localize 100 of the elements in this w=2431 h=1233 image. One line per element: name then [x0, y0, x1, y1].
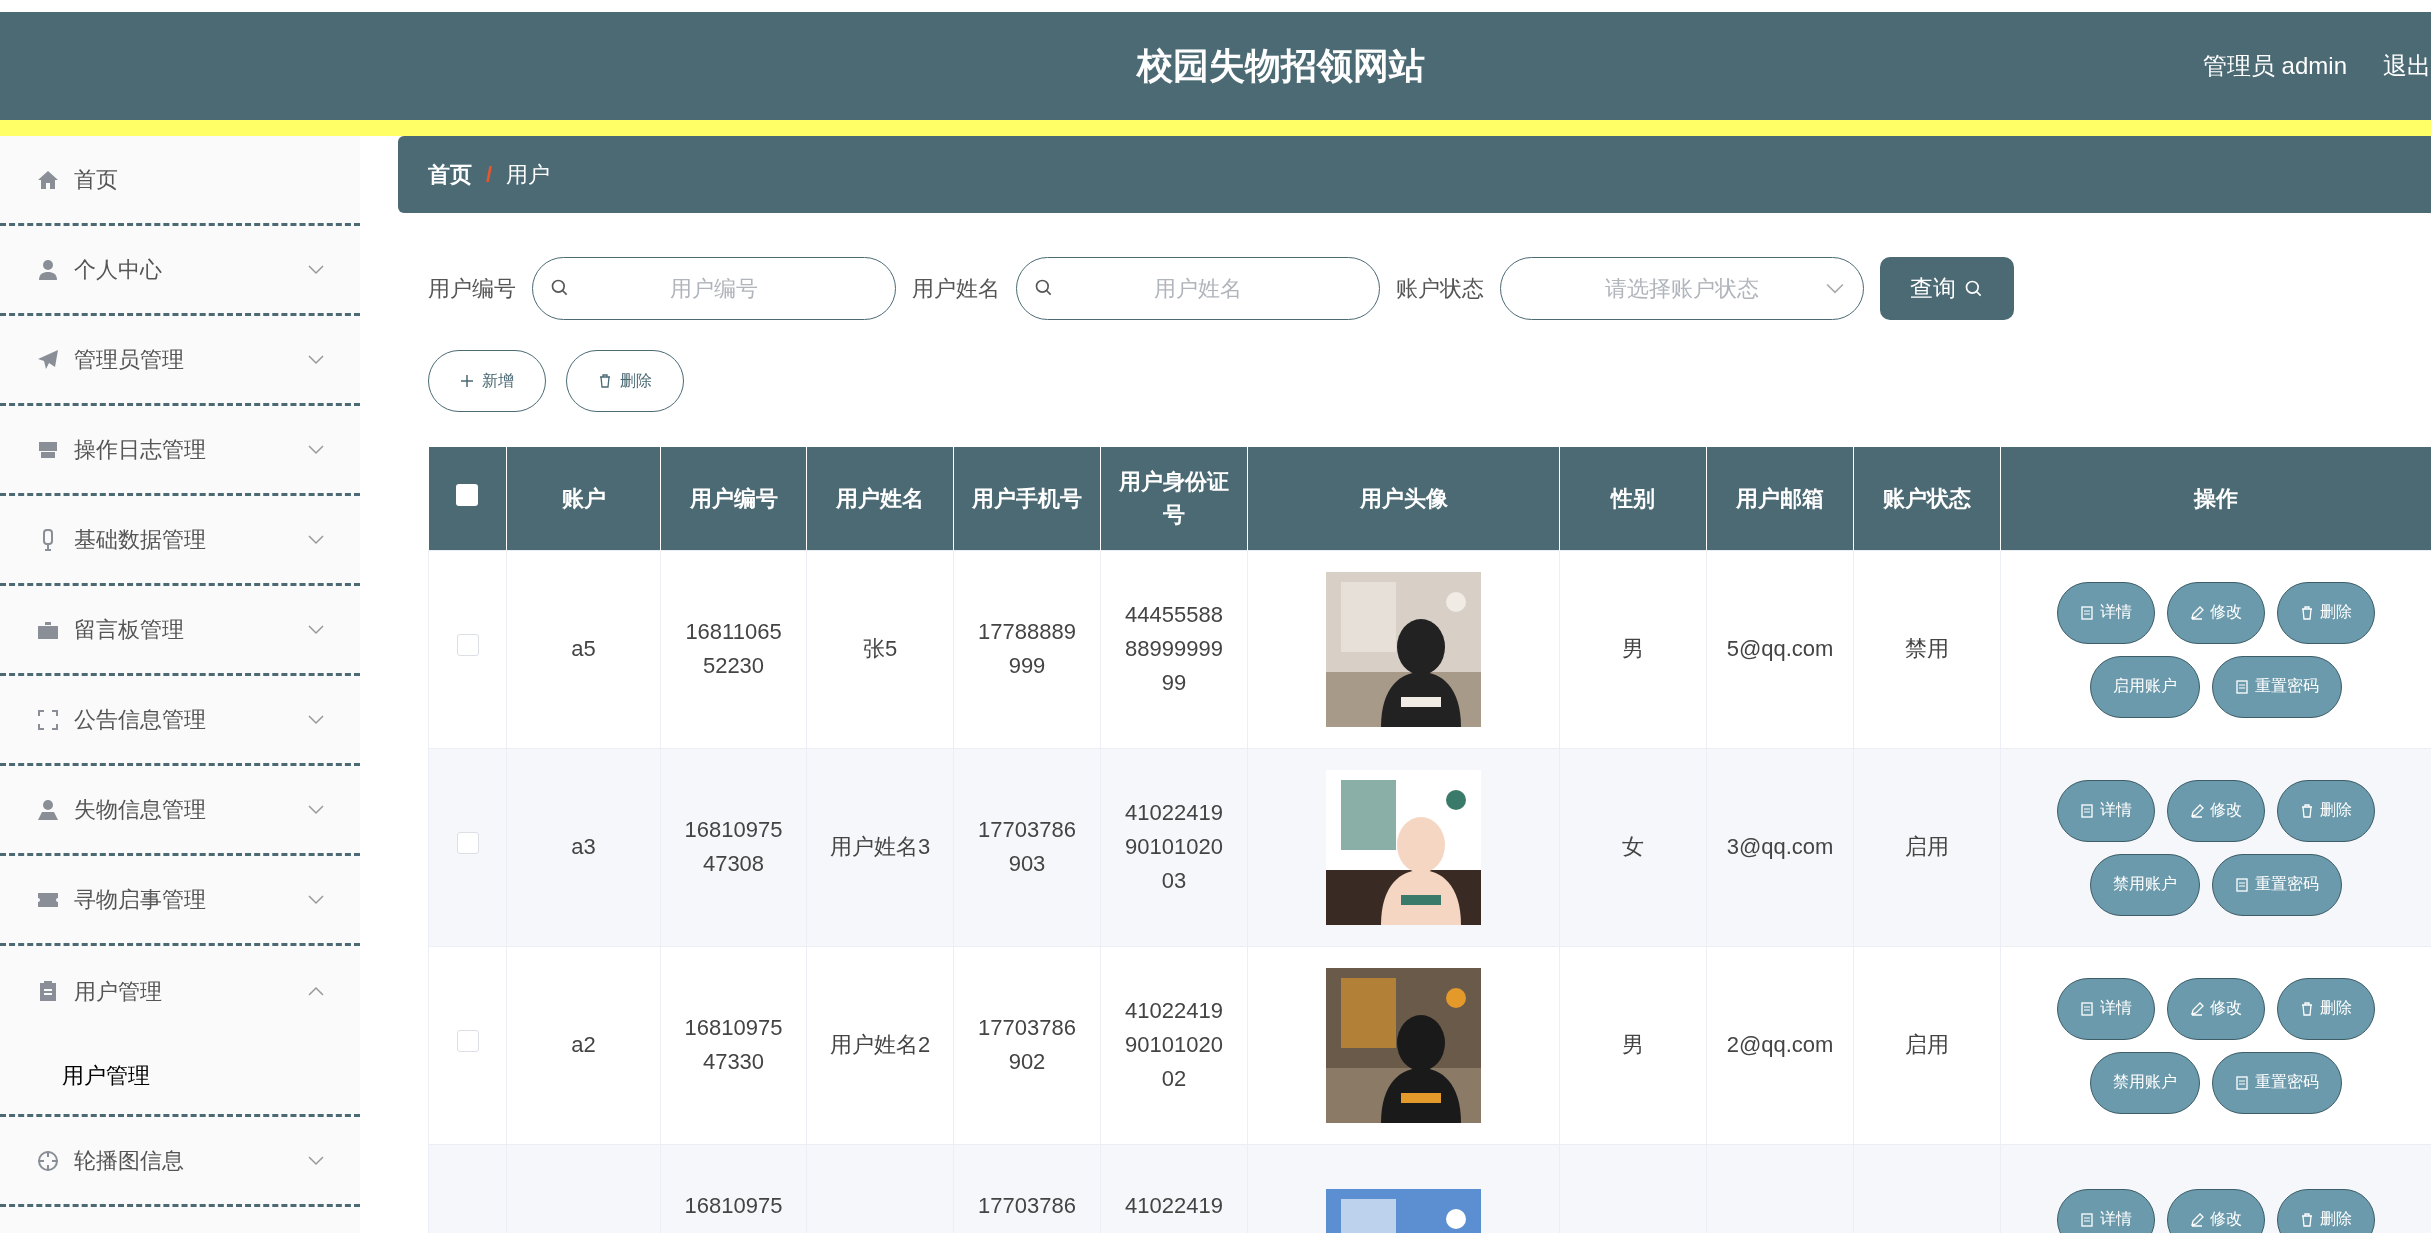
document-icon: [2080, 605, 2094, 620]
table-cell: 1681097547308: [684, 816, 783, 876]
column-header: 用户手机号: [953, 447, 1101, 550]
trash-icon: [2300, 803, 2314, 818]
table-cell: 410224199010102003: [1125, 799, 1223, 894]
pencil-icon: [2190, 803, 2204, 818]
row-checkbox[interactable]: [456, 633, 479, 656]
edit-button[interactable]: 修改: [2167, 581, 2265, 644]
table-cell: 禁用: [1905, 635, 1949, 661]
select-all-checkbox[interactable]: [456, 483, 479, 506]
sidebar-item[interactable]: 个人中心: [0, 226, 360, 316]
sidebar-subitem[interactable]: 用户管理: [0, 1036, 360, 1114]
table-cell: 张5: [862, 635, 898, 661]
table-cell: 3@qq.com: [1726, 833, 1834, 859]
breadcrumb-item[interactable]: 用户: [506, 158, 551, 191]
trash-icon: [2300, 605, 2314, 620]
sidebar-item[interactable]: 公告信息管理: [0, 676, 360, 766]
document-icon: [2080, 1212, 2094, 1227]
trash-icon: [2300, 1001, 2314, 1016]
document-icon: [2235, 679, 2249, 694]
table-cell: 444555888899999999: [1125, 601, 1223, 696]
column-header: 操作: [2000, 447, 2431, 550]
table-cell: 1681106552230: [685, 618, 782, 678]
column-header: 用户身份证号: [1100, 447, 1248, 550]
search-icon: [1964, 278, 1984, 299]
chevron-down-icon: [1826, 283, 1844, 295]
filter-label: 用户姓名: [912, 275, 1000, 303]
trash-icon: [598, 374, 612, 388]
reset-password-button[interactable]: 重置密码: [2212, 1051, 2342, 1114]
document-icon: [2235, 877, 2249, 892]
details-button[interactable]: 详情: [2057, 1188, 2155, 1233]
pencil-icon: [2190, 605, 2204, 620]
delete-button[interactable]: 删除: [2277, 779, 2375, 842]
table-cell: 5@qq.com: [1726, 635, 1834, 661]
status-select[interactable]: 请选择账户状态: [1500, 257, 1864, 320]
sidebar-item[interactable]: 首页: [0, 136, 360, 226]
document-icon: [2235, 1075, 2249, 1090]
person-icon: [36, 257, 60, 282]
filter-label: 用户编号: [428, 275, 516, 303]
frame-corners-icon: [36, 707, 60, 732]
table-cell: 用户姓名3: [829, 833, 931, 859]
plus-icon: [460, 374, 474, 388]
delete-button[interactable]: 删除: [2277, 977, 2375, 1040]
sidebar-item[interactable]: 寻物启事管理: [0, 856, 360, 946]
trash-icon: [2300, 1212, 2314, 1227]
sidebar-item[interactable]: 管理员管理: [0, 316, 360, 406]
reset-password-button[interactable]: 重置密码: [2212, 655, 2342, 718]
edit-button[interactable]: 修改: [2167, 1188, 2265, 1233]
table-cell: 男: [1622, 1031, 1644, 1057]
pencil-icon: [2190, 1212, 2204, 1227]
breadcrumb-item[interactable]: 首页: [428, 158, 472, 191]
table-cell: 41022419: [1125, 1192, 1223, 1218]
filter-label: 账户状态: [1396, 275, 1484, 303]
search-field[interactable]: 用户编号: [532, 257, 896, 320]
edit-button[interactable]: 修改: [2167, 977, 2265, 1040]
table-cell: 17703786902: [978, 1014, 1076, 1074]
details-button[interactable]: 详情: [2057, 779, 2155, 842]
table-cell: 17703786903: [978, 816, 1076, 876]
table-cell: 1681097547330: [684, 1014, 783, 1074]
document-icon: [2080, 1001, 2094, 1016]
table-cell: a2: [571, 1031, 596, 1057]
sidebar-item[interactable]: 基础数据管理: [0, 496, 360, 586]
edit-button[interactable]: 修改: [2167, 779, 2265, 842]
breadcrumb-separator: /: [486, 161, 493, 189]
sidebar-item[interactable]: 轮播图信息: [0, 1117, 360, 1207]
search-icon: [1034, 278, 1054, 298]
sidebar-item[interactable]: 留言板管理: [0, 586, 360, 676]
delete-button[interactable]: 删除: [2277, 1188, 2375, 1233]
search-icon: [550, 278, 570, 298]
site-title: 校园失物招领网站: [1136, 44, 1425, 88]
logout-link[interactable]: 退出: [2383, 48, 2431, 84]
table-cell: 17788889999: [978, 618, 1076, 678]
table-cell: 用户姓名2: [829, 1031, 931, 1057]
table-cell: a3: [571, 833, 596, 859]
status-toggle-button[interactable]: 禁用账户: [2090, 853, 2200, 916]
table-cell: 启用: [1905, 1031, 1949, 1057]
row-checkbox[interactable]: [456, 1029, 479, 1052]
details-button[interactable]: 详情: [2057, 581, 2155, 644]
sidebar-item[interactable]: 用户管理: [0, 946, 360, 1036]
sidebar-item[interactable]: 操作日志管理: [0, 406, 360, 496]
table-cell: 410224199010102002: [1125, 997, 1223, 1092]
delete-button[interactable]: 删除: [566, 350, 684, 412]
document-icon: [2080, 803, 2094, 818]
add-button[interactable]: 新增: [428, 350, 546, 412]
status-toggle-button[interactable]: 启用账户: [2090, 655, 2200, 718]
reset-password-button[interactable]: 重置密码: [2212, 853, 2342, 916]
crosshair-icon: [36, 1148, 60, 1173]
delete-button[interactable]: 删除: [2277, 581, 2375, 644]
pencil-icon: [2190, 1001, 2204, 1016]
column-header: 用户编号: [660, 447, 807, 550]
sidebar-item[interactable]: 失物信息管理: [0, 766, 360, 856]
details-button[interactable]: 详情: [2057, 977, 2155, 1040]
table-cell: 2@qq.com: [1726, 1031, 1834, 1057]
table-cell: 启用: [1905, 833, 1949, 859]
column-header: 账户: [506, 447, 661, 550]
search-button[interactable]: 查询: [1880, 257, 2014, 320]
row-checkbox[interactable]: [456, 831, 479, 854]
column-header: 账户状态: [1853, 447, 2001, 550]
search-field[interactable]: 用户姓名: [1016, 257, 1380, 320]
status-toggle-button[interactable]: 禁用账户: [2090, 1051, 2200, 1114]
